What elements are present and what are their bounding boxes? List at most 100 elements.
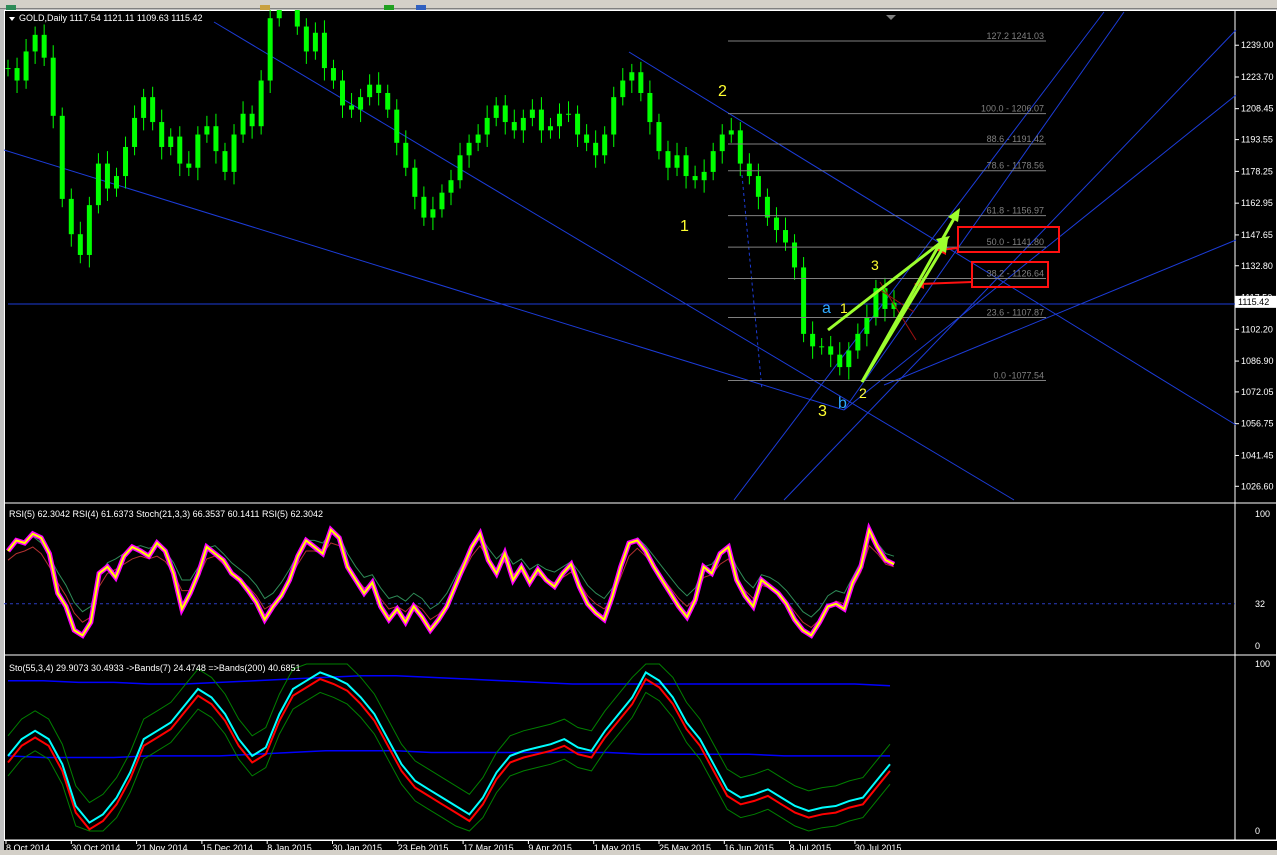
candle-body[interactable] (502, 105, 508, 123)
candle-body[interactable] (701, 171, 707, 181)
candle-body[interactable] (520, 117, 526, 131)
candle-body[interactable] (466, 142, 472, 156)
candle-body[interactable] (819, 346, 825, 348)
candle-body[interactable] (312, 32, 318, 52)
candle-body[interactable] (23, 51, 29, 81)
candle-body[interactable] (837, 354, 843, 368)
candle-body[interactable] (547, 126, 553, 131)
candle-body[interactable] (168, 136, 174, 147)
candle-body[interactable] (529, 109, 535, 118)
candle-body[interactable] (683, 155, 689, 177)
candle-body[interactable] (746, 163, 752, 177)
candle-body[interactable] (710, 151, 716, 172)
chart-canvas[interactable]: 1239.00 1223.70 1208.45 1193.55 1178.25 1162.… (4, 10, 1277, 855)
candle-body[interactable] (882, 288, 888, 309)
candle-body[interactable] (810, 333, 816, 347)
candle-body[interactable] (294, 10, 300, 27)
candle-body[interactable] (846, 350, 852, 368)
chart-window[interactable]: 1239.00 1223.70 1208.45 1193.55 1178.25 1162.… (4, 10, 1277, 855)
candle-body[interactable] (620, 80, 626, 98)
candle-body[interactable] (113, 176, 119, 189)
candle-body[interactable] (5, 68, 11, 70)
candle-body[interactable] (195, 134, 201, 168)
candle-body[interactable] (231, 134, 237, 172)
candle-body[interactable] (792, 242, 798, 268)
candle-body[interactable] (855, 333, 861, 351)
candle-body[interactable] (177, 136, 183, 164)
candle-body[interactable] (593, 142, 599, 156)
candle-body[interactable] (394, 109, 400, 143)
candle-body[interactable] (484, 117, 490, 135)
candle-body[interactable] (258, 80, 264, 127)
candle-body[interactable] (430, 209, 436, 218)
candle-body[interactable] (575, 113, 581, 135)
candle-body[interactable] (213, 126, 219, 152)
candle-body[interactable] (728, 130, 734, 135)
candle-body[interactable] (321, 32, 327, 69)
candle-body[interactable] (222, 151, 228, 172)
candle-body[interactable] (629, 72, 635, 81)
candle-body[interactable] (602, 134, 608, 156)
candle-body[interactable] (403, 142, 409, 168)
candle-body[interactable] (511, 122, 517, 131)
candle-body[interactable] (719, 134, 725, 152)
candle-body[interactable] (448, 180, 454, 193)
candle-body[interactable] (123, 146, 129, 177)
candle-body[interactable] (204, 126, 210, 135)
candle-body[interactable] (104, 163, 110, 189)
candle-body[interactable] (14, 68, 20, 81)
candle-body[interactable] (385, 92, 391, 110)
candle-body[interactable] (864, 317, 870, 334)
candle-body[interactable] (276, 10, 282, 19)
trend-line[interactable] (883, 239, 1237, 386)
candle-body[interactable] (801, 267, 807, 334)
candle-body[interactable] (412, 167, 418, 197)
candle-body[interactable] (611, 97, 617, 135)
candle-body[interactable] (267, 18, 273, 81)
candle-body[interactable] (159, 122, 165, 147)
candle-body[interactable] (41, 34, 47, 58)
candle-body[interactable] (421, 196, 427, 218)
candle-body[interactable] (77, 234, 83, 255)
candle-body[interactable] (86, 205, 92, 255)
trend-line[interactable] (733, 11, 1105, 501)
candle-body[interactable] (665, 151, 671, 168)
candle-body[interactable] (656, 122, 662, 152)
candle-body[interactable] (358, 97, 364, 110)
candle-body[interactable] (340, 80, 346, 106)
candle-body[interactable] (32, 34, 38, 52)
candle-body[interactable] (783, 230, 789, 243)
candle-body[interactable] (773, 217, 779, 231)
candle-body[interactable] (475, 134, 481, 143)
candle-body[interactable] (439, 192, 445, 210)
trend-line[interactable] (783, 29, 1237, 501)
candle-body[interactable] (493, 105, 499, 118)
candle-body[interactable] (150, 97, 156, 123)
candle-body[interactable] (376, 84, 382, 93)
candle-body[interactable] (538, 109, 544, 131)
trend-line-dashed[interactable] (741, 174, 763, 391)
candle-body[interactable] (95, 163, 101, 206)
candle-body[interactable] (240, 113, 246, 135)
candle-body[interactable] (755, 176, 761, 197)
candle-body[interactable] (50, 57, 56, 116)
candle-body[interactable] (647, 92, 653, 123)
candle-body[interactable] (349, 105, 355, 110)
candle-body[interactable] (566, 113, 572, 115)
candle-body[interactable] (638, 72, 644, 93)
candle-body[interactable] (556, 113, 562, 127)
candle-body[interactable] (367, 84, 373, 98)
trend-line[interactable] (843, 11, 1125, 411)
candle-body[interactable] (457, 155, 463, 181)
candle-body[interactable] (828, 346, 834, 355)
candle-body[interactable] (303, 26, 309, 52)
candle-body[interactable] (584, 134, 590, 143)
candle-body[interactable] (674, 155, 680, 168)
candle-body[interactable] (737, 130, 743, 164)
dropdown-arrow-icon[interactable] (9, 17, 15, 21)
candle-body[interactable] (330, 68, 336, 81)
candle-body[interactable] (249, 113, 255, 127)
candle-body[interactable] (59, 115, 65, 199)
candle-body[interactable] (141, 97, 147, 118)
candle-body[interactable] (764, 196, 770, 218)
